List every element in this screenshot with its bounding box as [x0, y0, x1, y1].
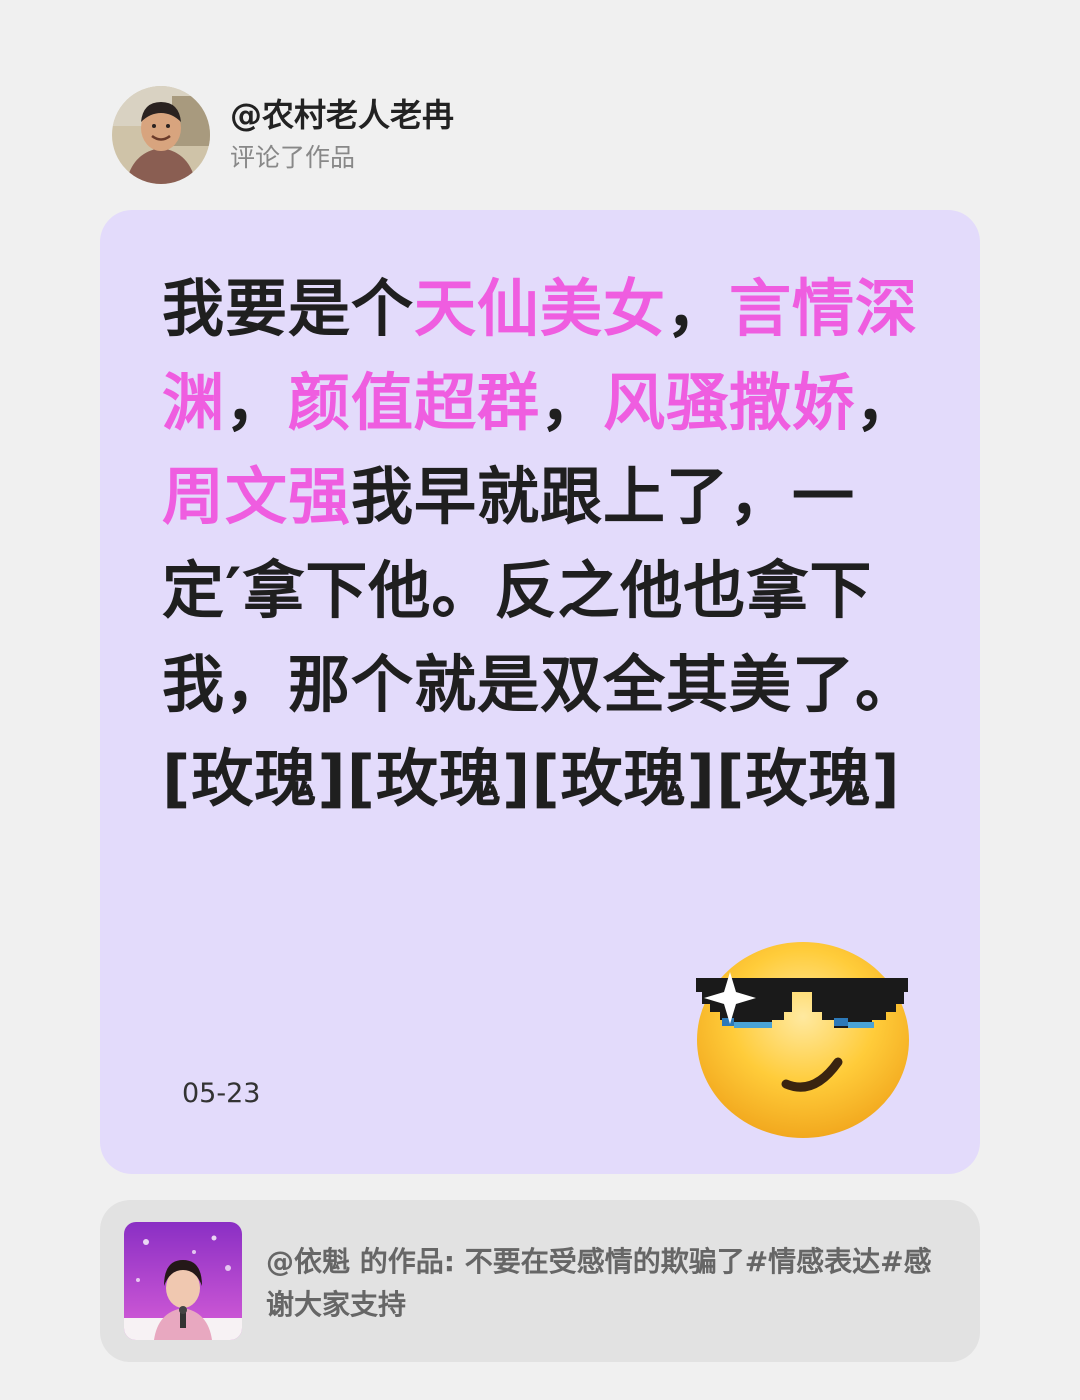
comment-highlight: 周文强	[162, 460, 352, 533]
comment-highlight: 风骚撒娇	[603, 366, 856, 439]
sunglasses-face-icon	[692, 932, 914, 1138]
comment-text: 我要是个天仙美女，言情深渊，颜值超群，风骚撒娇，周文强我早就跟上了，一定′拿下他…	[162, 262, 922, 826]
action-label: 评论了作品	[230, 143, 356, 172]
comment-notification-page: @农村老人老冉 评论了作品 我要是个天仙美女，言情深渊，颜值超群，风骚撒娇，周文…	[0, 0, 1080, 1400]
video-thumbnail[interactable]	[124, 1222, 242, 1340]
comment-highlight: 天仙美女	[414, 272, 667, 345]
header-text: @农村老人老冉 评论了作品	[230, 94, 454, 176]
comment-segment: ，	[855, 366, 919, 439]
source-caption[interactable]: @依魁 的作品: 不要在受感情的欺骗了#情感表达#感谢大家支持	[266, 1240, 956, 1326]
comment-segment: 我要是个	[162, 272, 415, 345]
comment-segment: ，	[666, 272, 730, 345]
comment-highlight: 颜值超群	[288, 366, 541, 439]
comment-segment: ，	[540, 366, 604, 439]
comment-header: @农村老人老冉 评论了作品	[112, 86, 454, 184]
source-video-bar[interactable]: @依魁 的作品: 不要在受感情的欺骗了#情感表达#感谢大家支持	[100, 1200, 980, 1362]
comment-card[interactable]: 我要是个天仙美女，言情深渊，颜值超群，风骚撒娇，周文强我早就跟上了，一定′拿下他…	[100, 210, 980, 1174]
comment-segment: ，	[225, 366, 289, 439]
username[interactable]: @农村老人老冉	[230, 94, 454, 136]
comment-date: 05-23	[182, 1078, 261, 1109]
avatar[interactable]	[112, 86, 210, 184]
